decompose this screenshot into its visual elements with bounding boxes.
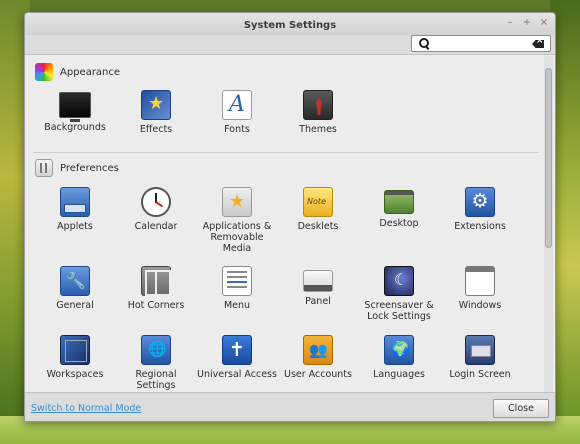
windows-icon	[465, 266, 495, 296]
item-label: Regional Settings	[135, 369, 177, 391]
window-controls: – + ×	[505, 16, 549, 30]
accessibility-icon	[222, 335, 252, 365]
search-box[interactable]	[411, 35, 551, 52]
search-input[interactable]	[432, 37, 528, 50]
minimize-button[interactable]: –	[505, 16, 515, 30]
item-label: Panel	[305, 296, 331, 307]
close-window-button[interactable]: ×	[539, 16, 549, 30]
effects-icon	[141, 90, 171, 120]
item-label: Extensions	[454, 221, 506, 232]
extensions-icon	[465, 187, 495, 217]
item-regional[interactable]: Regional Settings	[115, 335, 197, 391]
item-login-screen[interactable]: Login Screen	[439, 335, 521, 380]
item-themes[interactable]: Themes	[277, 90, 359, 135]
item-label: Languages	[373, 369, 425, 380]
item-menu[interactable]: Menu	[196, 266, 278, 311]
item-desktop[interactable]: Desktop	[358, 187, 440, 229]
item-label: Universal Access	[197, 369, 277, 380]
item-backgrounds[interactable]: Backgrounds	[34, 90, 116, 133]
switch-mode-link[interactable]: Switch to Normal Mode	[31, 403, 141, 414]
item-label: Applets	[57, 221, 93, 232]
themes-icon	[303, 90, 333, 120]
item-applications[interactable]: Applications & Removable Media	[196, 187, 278, 254]
item-label: Windows	[458, 300, 502, 311]
bottom-bar: Switch to Normal Mode Close	[25, 392, 555, 421]
item-label: Calendar	[134, 221, 178, 232]
clear-icon[interactable]	[532, 40, 544, 48]
item-screensaver[interactable]: Screensaver & Lock Settings	[358, 266, 440, 322]
section-header-appearance: Appearance	[35, 62, 120, 82]
item-universal-access[interactable]: Universal Access	[196, 335, 278, 380]
item-label: Login Screen	[449, 369, 511, 380]
item-label: Menu	[223, 300, 251, 311]
item-label: Workspaces	[46, 369, 104, 380]
monitor-icon	[59, 92, 91, 122]
hot-corners-icon	[141, 266, 171, 296]
wrench-icon	[60, 266, 90, 296]
login-screen-icon	[465, 335, 495, 365]
item-desklets[interactable]: Desklets	[277, 187, 359, 232]
scrollbar-thumb[interactable]	[545, 68, 552, 248]
section-divider	[33, 152, 539, 153]
item-fonts[interactable]: Fonts	[196, 90, 278, 135]
item-label: Screensaver & Lock Settings	[364, 300, 434, 322]
users-icon	[303, 335, 333, 365]
desklets-icon	[303, 187, 333, 217]
appearance-icon	[35, 63, 53, 81]
item-extensions[interactable]: Extensions	[439, 187, 521, 232]
panel-icon	[303, 270, 333, 292]
item-label: Desktop	[379, 218, 419, 229]
search-icon	[419, 37, 429, 49]
item-user-accounts[interactable]: User Accounts	[277, 335, 359, 380]
item-workspaces[interactable]: Workspaces	[34, 335, 116, 380]
window-title: System Settings	[243, 20, 337, 31]
item-hot-corners[interactable]: Hot Corners	[115, 266, 197, 311]
desktop-icon	[384, 190, 414, 214]
close-button[interactable]: Close	[493, 399, 549, 418]
maximize-button[interactable]: +	[522, 16, 532, 30]
item-panel[interactable]: Panel	[277, 266, 359, 307]
applets-icon	[60, 187, 90, 217]
screensaver-icon	[384, 266, 414, 296]
item-label: Desklets	[297, 221, 339, 232]
toolbar	[25, 35, 555, 55]
item-label: Applications & Removable Media	[202, 221, 272, 254]
item-applets[interactable]: Applets	[34, 187, 116, 232]
languages-icon	[384, 335, 414, 365]
item-label: Backgrounds	[44, 122, 106, 133]
item-windows[interactable]: Windows	[439, 266, 521, 311]
title-bar[interactable]: System Settings – + ×	[25, 13, 555, 35]
item-label: User Accounts	[284, 369, 352, 380]
clock-icon	[141, 187, 171, 217]
item-effects[interactable]: Effects	[115, 90, 197, 135]
applications-icon	[222, 187, 252, 217]
vertical-scrollbar[interactable]	[544, 56, 553, 392]
section-label: Appearance	[60, 66, 121, 78]
font-icon	[222, 90, 252, 120]
item-label: General	[56, 300, 94, 311]
system-settings-window: System Settings – + × Appearance Backgro…	[24, 12, 556, 422]
workspaces-icon	[60, 335, 90, 365]
item-general[interactable]: General	[34, 266, 116, 311]
section-label: Preferences	[60, 162, 119, 174]
regional-icon	[141, 335, 171, 365]
item-languages[interactable]: Languages	[358, 335, 440, 380]
section-header-preferences: Preferences	[35, 158, 119, 178]
item-label: Fonts	[224, 124, 250, 135]
menu-icon	[222, 266, 252, 296]
settings-content: Appearance Backgrounds Effects Fonts The…	[27, 56, 543, 392]
item-calendar[interactable]: Calendar	[115, 187, 197, 232]
preferences-icon	[35, 159, 53, 177]
item-label: Hot Corners	[127, 300, 185, 311]
item-label: Themes	[299, 124, 337, 135]
item-label: Effects	[139, 124, 173, 135]
